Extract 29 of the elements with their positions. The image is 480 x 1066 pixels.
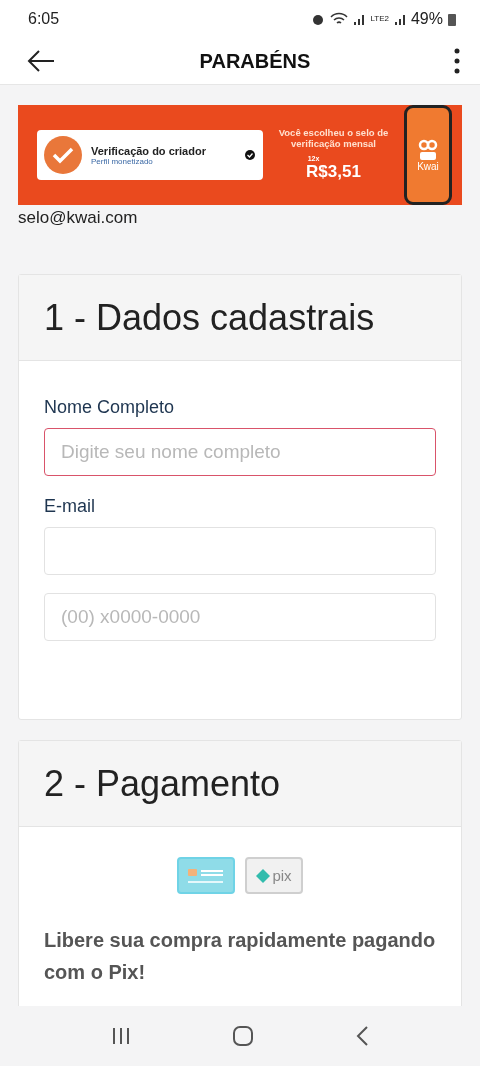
offer-price: R$3,51 <box>306 162 361 183</box>
input-field[interactable]: Digite seu nome completo <box>44 428 436 476</box>
back-arrow-icon <box>26 49 56 73</box>
phone-drawing: Kwai <box>404 105 452 205</box>
field-label: Nome Completo <box>44 397 176 418</box>
pix-payment-button[interactable]: pix <box>245 857 303 894</box>
signal-icon <box>393 13 406 25</box>
badge-subtitle: Perfil monetizado <box>91 156 154 166</box>
recent-apps-icon <box>110 1027 131 1045</box>
diamond-icon <box>256 868 271 883</box>
badge-title: Verificação do criador <box>91 144 207 157</box>
section-title: 2 - Pagamento <box>19 741 461 827</box>
section-title: 1 - Dados cadastrais <box>19 275 461 361</box>
back-icon <box>355 1025 370 1047</box>
seal-check-icon <box>43 135 83 175</box>
network-label: LTE2 <box>370 15 389 23</box>
battery-icon <box>448 12 456 26</box>
more-icon <box>454 48 460 74</box>
signal-icon <box>353 13 366 25</box>
check-icon <box>245 150 255 160</box>
field-label: E-mail <box>44 496 96 517</box>
page-title: PARABÉNS <box>199 49 311 73</box>
contact-email: selo@kwai.com <box>18 208 139 228</box>
battery-level: 49% <box>410 10 443 28</box>
offer-headline: Você escolheu o selo de verificação mensal <box>277 127 390 150</box>
status-time: 6:05 <box>28 10 60 28</box>
wifi-icon <box>330 12 349 26</box>
home-icon <box>232 1025 254 1047</box>
pix-note: Libere sua compra rapidamente pagando com o Pix! <box>44 928 436 985</box>
